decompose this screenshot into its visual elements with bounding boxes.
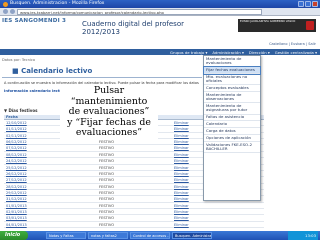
- row-type: FESTIVO: [99, 165, 115, 170]
- quick-launch: [30, 233, 44, 239]
- menu-gestion[interactable]: Gestión centralizada ▾: [275, 50, 317, 55]
- row-date[interactable]: 31/12/2012: [4, 196, 99, 201]
- row-type: FESTIVO: [99, 178, 115, 183]
- row-type: FESTIVO: [99, 146, 115, 151]
- delete-link[interactable]: Eliminar: [174, 222, 254, 227]
- callout-line: evaluaciones”: [75, 127, 143, 139]
- row-date[interactable]: 25/12/2012: [4, 165, 99, 170]
- close-button[interactable]: [312, 1, 318, 7]
- dropdown-item[interactable]: Mantenimiento de observaciones: [204, 92, 260, 104]
- callout-line: Pulsar: [93, 85, 125, 96]
- dropdown-item[interactable]: Mto. evaluaciones no oficiales: [204, 74, 260, 86]
- row-type: FESTIVO: [99, 190, 115, 195]
- administration-dropdown: Mantenimiento de evaluaciones Fijar fecha…: [203, 55, 261, 201]
- menu-administracion[interactable]: Administración ▾: [212, 50, 244, 55]
- window-titlebar: Busquen. Administracion - Mozilla Firefo…: [0, 0, 320, 8]
- system-clock: 13:03: [288, 231, 318, 240]
- section-heading-text: Días festivos: [8, 108, 38, 113]
- language-links[interactable]: Castellano | Euskara | Salir: [269, 42, 316, 46]
- row-type: FESTIVO: [99, 159, 115, 164]
- session-info: Datos por: Tecnico: [2, 58, 36, 62]
- row-date[interactable]: 07/12/2012: [4, 145, 99, 150]
- main-menu: Grupos de trabajo ▾ Administración ▾ Dir…: [0, 49, 320, 55]
- taskbar-button[interactable]: Control de accesos - M...: [130, 232, 170, 239]
- window-controls: [298, 1, 320, 7]
- app-title: Cuaderno digital del profesor 2012/2013: [82, 20, 184, 36]
- divider: [2, 77, 202, 78]
- row-type: FESTIVO: [99, 184, 115, 189]
- row-date[interactable]: 02/01/2013: [4, 209, 99, 214]
- row-date[interactable]: 08/12/2012: [4, 152, 99, 157]
- app-title-line2: 2012/2013: [82, 28, 120, 36]
- app-title-line1: Cuaderno digital del profesor: [82, 20, 184, 28]
- start-button[interactable]: Inicio: [0, 231, 28, 240]
- row-date[interactable]: 29/12/2012: [4, 190, 99, 195]
- school-brand[interactable]: IES SANGOMENDI 3: [2, 18, 66, 24]
- row-date[interactable]: 03/01/2013: [4, 215, 99, 220]
- row-type: FESTIVO: [99, 152, 115, 157]
- minimize-button[interactable]: [298, 1, 304, 7]
- table-row: 04/01/2013 FESTIVO Eliminar: [4, 222, 264, 229]
- row-type: FESTIVO: [99, 171, 115, 176]
- row-date[interactable]: 01/01/2013: [4, 203, 99, 208]
- forward-icon[interactable]: [10, 9, 15, 14]
- row-date[interactable]: 04/01/2013: [4, 222, 99, 227]
- window-title: Busquen. Administracion - Mozilla Firefo…: [10, 1, 105, 6]
- row-type: FESTIVO: [99, 203, 115, 208]
- section-heading: ▼ Días festivos: [4, 108, 38, 113]
- info-link[interactable]: Información calendario lectivo: [4, 89, 66, 93]
- screen: Busquen. Administracion - Mozilla Firefo…: [0, 0, 320, 240]
- government-logo-text: EUSKO JAURLARITZA GOBIERNO VASCO: [240, 19, 296, 23]
- row-type: FESTIVO: [99, 210, 115, 215]
- menu-direccion[interactable]: Dirección ▾: [249, 50, 270, 55]
- windows-taskbar: Inicio Notas y Faltas notas y faltas2 Co…: [0, 231, 320, 240]
- row-date[interactable]: 28/12/2012: [4, 184, 99, 189]
- row-type: FESTIVO: [99, 216, 115, 221]
- delete-link[interactable]: Eliminar: [174, 203, 254, 208]
- page-title: ■ Calendario lectivo: [12, 67, 93, 75]
- page-title-text: Calendario lectivo: [21, 67, 93, 75]
- row-type: FESTIVO: [99, 197, 115, 202]
- taskbar-button[interactable]: notas y faltas2: [88, 232, 128, 239]
- menu-grupos[interactable]: Grupos de trabajo ▾: [170, 50, 207, 55]
- navigation-bar: www.ies-txabarri.net/informa/comunicacio…: [0, 8, 320, 16]
- row-date[interactable]: 27/12/2012: [4, 177, 99, 182]
- taskbar-button[interactable]: Busquen. Administra...: [172, 232, 212, 239]
- dropdown-item[interactable]: Validaciones FKE-ESO-2 BACHILLER: [204, 142, 260, 154]
- government-logo: EUSKO JAURLARITZA GOBIERNO VASCO: [238, 19, 316, 32]
- taskbar-button[interactable]: Notas y Faltas: [46, 232, 86, 239]
- row-type: FESTIVO: [99, 222, 115, 227]
- row-date[interactable]: 26/12/2012: [4, 171, 99, 176]
- firefox-icon: [3, 1, 8, 7]
- back-icon[interactable]: [3, 9, 8, 14]
- delete-link[interactable]: Eliminar: [174, 209, 254, 214]
- coat-of-arms-icon: [306, 21, 314, 30]
- maximize-button[interactable]: [305, 1, 311, 7]
- delete-link[interactable]: Eliminar: [174, 215, 254, 220]
- url-field[interactable]: www.ies-txabarri.net/informa/comunicacio…: [17, 8, 262, 15]
- row-date[interactable]: 24/12/2012: [4, 158, 99, 163]
- dropdown-item[interactable]: Mantenimiento de asignaturas por tutor: [204, 103, 260, 115]
- instruction-callout: Pulsar “mantenimiento de evaluaciones” y…: [60, 85, 158, 140]
- dropdown-item[interactable]: Mantenimiento de evaluaciones: [204, 56, 260, 68]
